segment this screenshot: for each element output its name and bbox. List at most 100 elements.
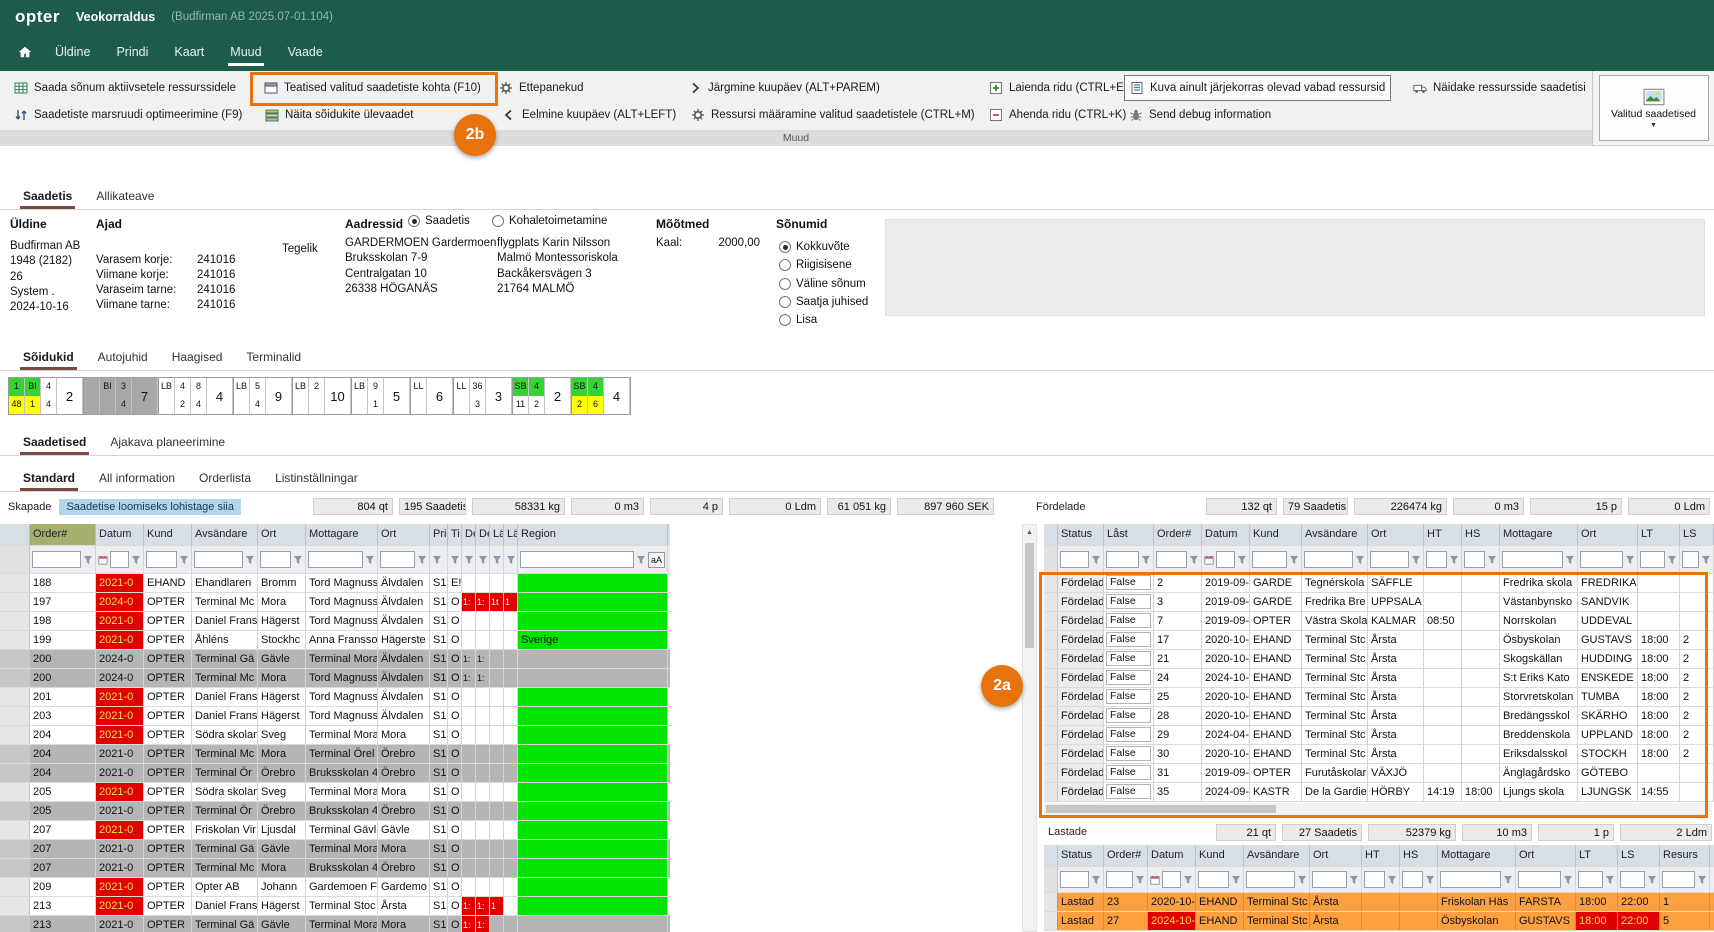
column-header-lt-11[interactable]: LT bbox=[1638, 524, 1680, 545]
loaded-row[interactable]: Lastad272024-10-EHANDTerminal StcÅrstaÖs… bbox=[1044, 912, 1714, 931]
shipment-row[interactable]: 1982021-0OPTERDaniel FransHägerstTord Ma… bbox=[0, 612, 670, 631]
home-menu-button[interactable] bbox=[8, 33, 42, 71]
filter-input[interactable] bbox=[1364, 871, 1385, 888]
toolbar-button-j-rgmine-kuup-ev-alt-parem[interactable]: Järgmine kuupäev (ALT+PAREM) bbox=[683, 75, 885, 101]
toolbar-button-saada-s-num-aktiivsetele-ressurssidele[interactable]: Saada sõnum aktiivsetele ressurssidele bbox=[9, 75, 241, 101]
row-selector[interactable] bbox=[0, 916, 30, 932]
shipment-row[interactable]: 2052021-0OPTERTerminal ÖrÖrebroBruksskol… bbox=[0, 802, 670, 821]
filter-input[interactable] bbox=[146, 551, 177, 568]
column-header-ort-5[interactable]: Ort bbox=[1310, 845, 1362, 866]
vehicle-block[interactable]: LB210 bbox=[293, 377, 352, 415]
column-header-kund-3[interactable]: Kund bbox=[1196, 845, 1244, 866]
filter-input[interactable] bbox=[1426, 551, 1447, 568]
toolbar-button-n-idake-ressursside-saadetisi[interactable]: Näidake ressursside saadetisi bbox=[1408, 75, 1591, 101]
cell-locked[interactable]: False bbox=[1104, 612, 1154, 630]
vehicle-block[interactable]: LL3633 bbox=[454, 377, 513, 415]
shipment-row[interactable]: 2072021-0OPTERFriskolan VirLjusdalTermin… bbox=[0, 821, 670, 840]
vehicle-block[interactable]: LB42844 bbox=[159, 377, 234, 415]
column-header-l-st-1[interactable]: Låst bbox=[1104, 524, 1154, 545]
column-header-resurs-12[interactable]: Resurs bbox=[1660, 845, 1710, 866]
filter-input[interactable] bbox=[1662, 871, 1695, 888]
radio-v-line-s-num[interactable]: Väline sõnum bbox=[779, 278, 866, 290]
toolbar-button-n-ita-s-idukite-levaadet[interactable]: Näita sõidukite ülevaadet bbox=[260, 102, 419, 128]
assigned-row[interactable]: FördeladFalse302020-10-EHANDTerminal Stc… bbox=[1044, 745, 1714, 764]
row-selector[interactable] bbox=[0, 802, 30, 820]
scrollbar-thumb[interactable] bbox=[1046, 805, 1276, 813]
tab-terminalid[interactable]: Terminalid bbox=[234, 345, 313, 370]
row-selector[interactable] bbox=[1044, 669, 1058, 687]
row-selector[interactable] bbox=[0, 726, 30, 744]
shipment-row[interactable]: 2092021-0OPTEROpter ABJohannGardemoen Fl… bbox=[0, 878, 670, 897]
column-header-hs-8[interactable]: HS bbox=[1462, 524, 1500, 545]
column-header-mottagare-9[interactable]: Mottagare bbox=[1500, 524, 1578, 545]
row-selector[interactable] bbox=[1044, 688, 1058, 706]
filter-input[interactable] bbox=[1162, 871, 1181, 888]
row-selector[interactable] bbox=[0, 593, 30, 611]
selected-shipments-button[interactable]: Valitud saadetised ▼ bbox=[1599, 75, 1709, 141]
tab-saadetis[interactable]: Saadetis bbox=[11, 184, 84, 209]
radio-saadetis[interactable]: Saadetis bbox=[408, 215, 470, 227]
column-header-ort-10[interactable]: Ort bbox=[1578, 524, 1638, 545]
filter-input[interactable] bbox=[194, 551, 243, 568]
cell-locked[interactable]: False bbox=[1104, 764, 1154, 782]
shipment-row[interactable]: 2002024-0OPTERTerminal McMoraTord Magnus… bbox=[0, 669, 670, 688]
loaded-row[interactable]: Lastad232020-10-EHANDTerminal StcÅrstaFr… bbox=[1044, 893, 1714, 912]
menu-item-prindi[interactable]: Prindi bbox=[103, 33, 161, 71]
shipment-row[interactable]: 2072021-0OPTERTerminal GäGävleTerminal M… bbox=[0, 840, 670, 859]
row-selector[interactable] bbox=[0, 669, 30, 687]
menu-item-vaade[interactable]: Vaade bbox=[275, 33, 336, 71]
row-selector[interactable] bbox=[0, 821, 30, 839]
assigned-row[interactable]: FördeladFalse352024-09-KASTRDe la Gardie… bbox=[1044, 783, 1714, 802]
column-header-order-2[interactable]: Order# bbox=[1154, 524, 1202, 545]
row-selector[interactable] bbox=[0, 612, 30, 630]
filter-input[interactable] bbox=[1106, 871, 1133, 888]
row-selector[interactable] bbox=[0, 688, 30, 706]
filter-input[interactable] bbox=[1156, 551, 1187, 568]
shipment-row[interactable]: 2132021-0OPTERTerminal GäGävleTerminal M… bbox=[0, 916, 670, 932]
filter-input[interactable] bbox=[1640, 551, 1665, 568]
menu-item-ldine[interactable]: Üldine bbox=[42, 33, 103, 71]
scroll-up-icon[interactable]: ▲ bbox=[1023, 525, 1036, 540]
row-selector[interactable] bbox=[0, 574, 30, 592]
filter-input[interactable] bbox=[110, 551, 129, 568]
radio-kokkuv-te[interactable]: Kokkuvõte bbox=[779, 241, 850, 253]
row-selector[interactable] bbox=[1044, 631, 1058, 649]
tab-all-information[interactable]: All information bbox=[87, 466, 187, 491]
row-selector[interactable] bbox=[1044, 912, 1058, 930]
tab-ajakava-planeerimine[interactable]: Ajakava planeerimine bbox=[98, 430, 237, 455]
filter-input[interactable] bbox=[1060, 871, 1089, 888]
column-header-status-0[interactable]: Status bbox=[1058, 524, 1104, 545]
row-selector[interactable] bbox=[0, 764, 30, 782]
filter-input[interactable] bbox=[1682, 551, 1699, 568]
column-header-ort-6[interactable]: Ort bbox=[378, 524, 430, 545]
cell-locked[interactable]: False bbox=[1104, 669, 1154, 687]
shipment-row[interactable]: 2042021-0OPTERSödra skolanSvegTerminal M… bbox=[0, 726, 670, 745]
vehicle-block[interactable]: 148BI1442 bbox=[8, 377, 84, 415]
column-header-de-9[interactable]: De bbox=[462, 524, 476, 545]
column-header-ht-7[interactable]: HT bbox=[1424, 524, 1462, 545]
column-header-ort-9[interactable]: Ort bbox=[1516, 845, 1576, 866]
row-selector[interactable] bbox=[0, 707, 30, 725]
column-header-mottagare-5[interactable]: Mottagare bbox=[306, 524, 378, 545]
filter-input[interactable] bbox=[1198, 871, 1229, 888]
shipment-row[interactable]: 2052021-0OPTERSödra skolanSvegTerminal M… bbox=[0, 783, 670, 802]
column-header-datum-2[interactable]: Datum bbox=[1148, 845, 1196, 866]
radio-kohaletoimetamine[interactable]: Kohaletoimetamine bbox=[492, 215, 607, 227]
shipment-row[interactable]: 2002024-0OPTERTerminal GäGävleTerminal M… bbox=[0, 650, 670, 669]
toolbar-button-kuva-ainult-j-rjekorras-olevad-vabad-ressursid[interactable]: Kuva ainult järjekorras olevad vabad res… bbox=[1124, 75, 1391, 101]
assigned-row[interactable]: FördeladFalse282020-10-EHANDTerminal Stc… bbox=[1044, 707, 1714, 726]
assigned-row[interactable]: FördeladFalse212020-10-EHANDTerminal Stc… bbox=[1044, 650, 1714, 669]
tab-haagised[interactable]: Haagised bbox=[160, 345, 235, 370]
assigned-row[interactable]: FördeladFalse312019-09-OPTERFurutåskolar… bbox=[1044, 764, 1714, 783]
column-header-avs-ndare-3[interactable]: Avsändare bbox=[192, 524, 258, 545]
tab-orderlista[interactable]: Orderlista bbox=[187, 466, 263, 491]
shipment-row[interactable]: 1972024-0OPTERTerminal McMoraTord Magnus… bbox=[0, 593, 670, 612]
tab-autojuhid[interactable]: Autojuhid bbox=[86, 345, 160, 370]
menu-item-kaart[interactable]: Kaart bbox=[161, 33, 217, 71]
vehicle-block[interactable]: BI347 bbox=[84, 377, 159, 415]
row-selector[interactable] bbox=[1044, 593, 1058, 611]
column-header-mottagare-8[interactable]: Mottagare bbox=[1438, 845, 1516, 866]
toolbar-button-teatised-valitud-saadetiste-kohta-f10[interactable]: Teatised valitud saadetiste kohta (F10) bbox=[259, 75, 486, 101]
column-header-l-11[interactable]: Lä bbox=[490, 524, 504, 545]
toolbar-button-ressursi-m-ramine-valitud-saadetistele-ctrl-m[interactable]: Ressursi määramine valitud saadetistele … bbox=[686, 102, 980, 128]
